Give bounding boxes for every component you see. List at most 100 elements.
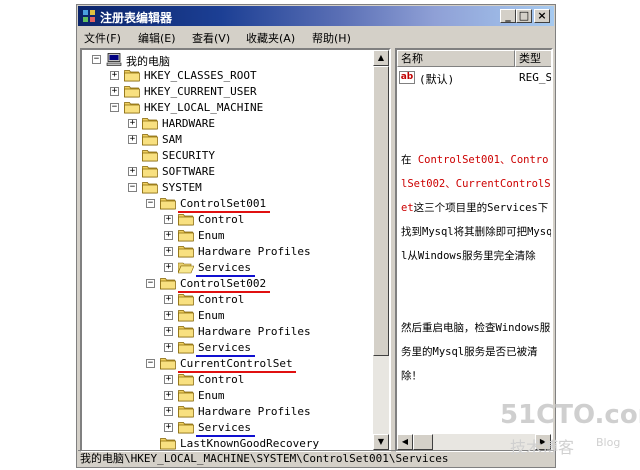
scroll-left-button[interactable]: ◀ [397,434,413,450]
minimize-button[interactable]: _ [500,9,516,23]
folder-icon [142,117,158,130]
folder-icon [178,421,194,434]
expand-icon[interactable]: + [164,407,173,416]
folder-icon [178,293,194,306]
expand-icon[interactable]: + [164,231,173,240]
folder-icon [160,277,176,290]
expand-icon[interactable]: + [164,247,173,256]
tree-node-label: Control [198,373,245,386]
expand-icon[interactable]: + [164,327,173,336]
menu-file[interactable]: 文件(F) [84,30,121,46]
tree-node-label: Hardware Profiles [198,245,311,258]
tree-vertical-scrollbar[interactable]: ▲ ▼ [373,50,389,450]
expand-icon[interactable]: + [164,263,173,272]
watermark-logo: 51CTO.com [500,400,640,430]
annotation-text-1: 在 ControlSet001、ControlSet002、CurrentCon… [401,148,553,268]
scroll-down-button[interactable]: ▼ [373,434,389,450]
menu-view[interactable]: 查看(V) [192,30,230,46]
tree-node-label: Services [198,341,251,354]
folder-icon [124,69,140,82]
folder-icon [178,213,194,226]
expand-icon[interactable]: + [164,215,173,224]
folder-icon [178,229,194,242]
registry-tree-pane[interactable]: − 我的电脑 + HKEY_CLASSES_ROOT + HKEY_CURRENT_USE… [80,48,391,452]
collapse-icon[interactable]: − [92,55,101,64]
tree-node-label: SYSTEM [162,181,202,194]
scroll-up-button[interactable]: ▲ [373,50,389,66]
menu-help[interactable]: 帮助(H) [312,30,351,46]
folder-icon [178,325,194,338]
scroll-thumb[interactable] [373,66,389,356]
close-button[interactable]: × [534,9,550,23]
folder-icon [124,101,140,114]
regedit-window: 注册表编辑器 _ □ × 文件(F) 编辑(E) 查看(V) 收藏夹(A) 帮助… [76,4,556,468]
folder-icon [160,357,176,370]
tree-node-label: HKEY_LOCAL_MACHINE [144,101,264,114]
folder-icon [178,245,194,258]
annotation-segment: 在 [401,154,418,166]
folder-icon [160,197,176,210]
collapse-icon[interactable]: − [146,359,155,368]
collapse-icon[interactable]: − [146,199,155,208]
tree-node-label: Services [198,261,251,274]
title-bar[interactable]: 注册表编辑器 _ □ × [78,6,554,26]
collapse-icon[interactable]: − [146,279,155,288]
tree-node-label: Control [198,213,245,226]
hscroll-thumb[interactable] [413,434,433,450]
column-header-type[interactable]: 类型 [515,50,551,67]
tree-node-label: SECURITY [162,149,215,162]
maximize-button[interactable]: □ [516,9,532,23]
expand-icon[interactable]: + [164,391,173,400]
tree-node-label: Services [198,421,251,434]
tree-node-label: Enum [198,309,225,322]
collapse-icon[interactable]: − [110,103,119,112]
regedit-app-icon [83,10,95,22]
tree-node-label: LastKnownGoodRecovery [180,437,320,450]
tree-node-label: ControlSet001 [180,197,267,210]
folder-icon [142,133,158,146]
window-title: 注册表编辑器 [100,11,173,25]
tree-node-label: Enum [198,229,225,242]
folder-icon [178,389,194,402]
tree-node-label: HKEY_CURRENT_USER [144,85,257,98]
tree-node-label: HARDWARE [162,117,215,130]
tree-node-label: Hardware Profiles [198,325,311,338]
collapse-icon[interactable]: − [128,183,137,192]
menu-bar: 文件(F) 编辑(E) 查看(V) 收藏夹(A) 帮助(H) [78,27,554,47]
column-header-name[interactable]: 名称 [397,50,515,67]
folder-icon [178,373,194,386]
folder-icon [160,437,176,450]
tree-node-label: 我的电脑 [126,55,170,68]
tree-node-label: CurrentControlSet [180,357,293,370]
tree-node-label: SAM [162,133,182,146]
expand-icon[interactable]: + [128,119,137,128]
expand-icon[interactable]: + [164,423,173,432]
menu-favorites[interactable]: 收藏夹(A) [246,30,295,46]
tree-node-label: HKEY_CLASSES_ROOT [144,69,257,82]
menu-edit[interactable]: 编辑(E) [138,30,176,46]
folder-icon [178,405,194,418]
expand-icon[interactable]: + [164,343,173,352]
tree-node-label: SOFTWARE [162,165,215,178]
annotation-segment: 这三个项目里的Services下找到Mysql将其删除即可把Mysql从Wind… [401,202,553,262]
values-list-pane[interactable]: 名称 类型 ab (默认) REG_SZ 在 ControlSet001、Con… [395,48,553,452]
expand-icon[interactable]: + [128,167,137,176]
tree-node-label: ControlSet002 [180,277,267,290]
expand-icon[interactable]: + [164,295,173,304]
open-folder-icon [177,261,195,274]
expand-icon[interactable]: + [110,71,119,80]
computer-icon [106,53,122,66]
expand-icon[interactable]: + [164,311,173,320]
folder-icon [178,309,194,322]
watermark-blog: Blog [596,436,621,449]
value-type: REG_SZ [519,71,553,84]
tree-node-label: Hardware Profiles [198,405,311,418]
tree-node-label: Control [198,293,245,306]
folder-icon [142,165,158,178]
folder-icon [178,341,194,354]
annotation-text-2: 然后重启电脑，检查Windows服务里的Mysql服务是否已被清除！ [401,322,551,382]
expand-icon[interactable]: + [110,87,119,96]
expand-icon[interactable]: + [164,375,173,384]
value-name: (默认) [419,73,455,86]
expand-icon[interactable]: + [128,135,137,144]
